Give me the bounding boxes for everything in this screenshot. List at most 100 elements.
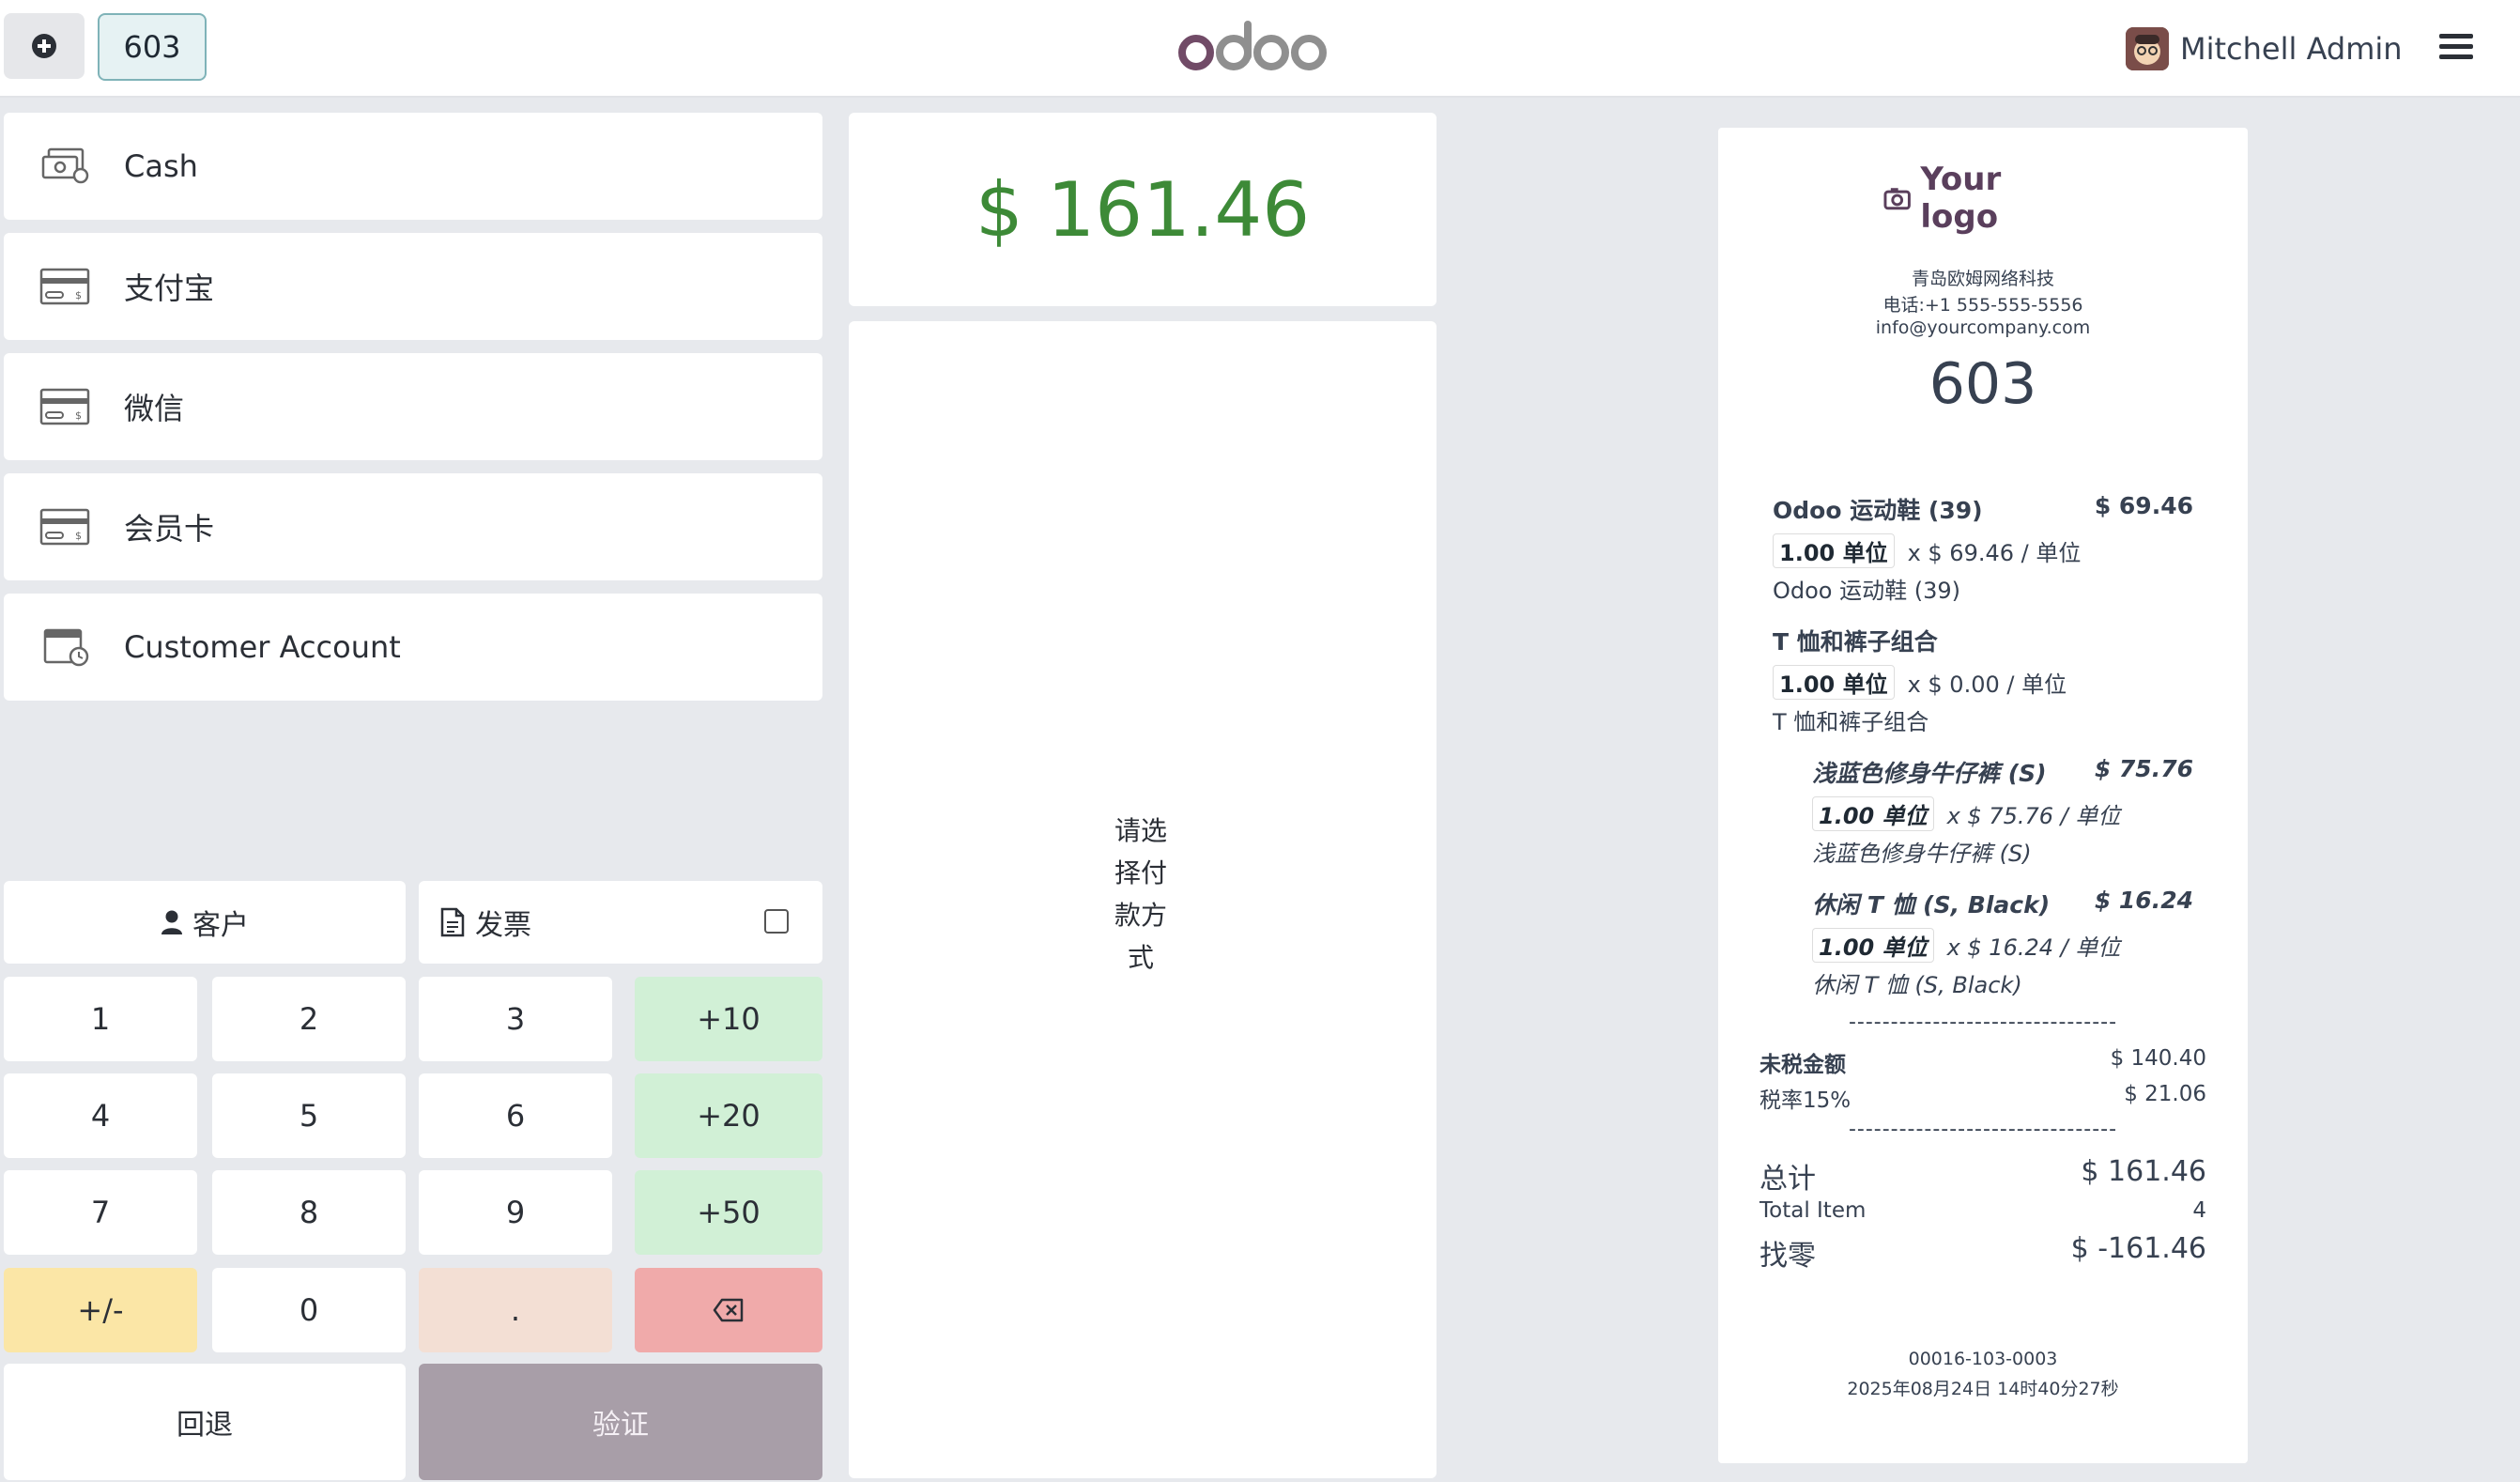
logo-text: Your logo — [1920, 161, 2002, 236]
numpad-key-plus50[interactable]: +50 — [635, 1170, 822, 1255]
line-name: 休闲 T 恤 (S, Black) — [1812, 891, 2051, 919]
line-unit-price: x $ 69.46 / 单位 — [1907, 540, 2082, 566]
total-row: 总计 $ 161.46 — [1759, 1155, 2206, 1196]
total-items-label: Total Item — [1759, 1198, 1867, 1223]
svg-text:$: $ — [75, 530, 82, 542]
customer-button[interactable]: 客户 — [4, 881, 406, 964]
numpad-key-7[interactable]: 7 — [4, 1170, 197, 1255]
company-email: info@yourcompany.com — [1875, 317, 2091, 338]
svg-text:$: $ — [75, 409, 82, 422]
line-note: Odoo 运动鞋 (39) — [1773, 578, 1961, 604]
top-bar: 603 Mitchell Admin — [0, 0, 2520, 98]
line-qty: 1.00 单位 — [1773, 665, 1895, 700]
receipt-line: Odoo 运动鞋 (39) $ 69.46 1.00 单位 x $ 69.46 / … — [1773, 492, 2193, 605]
camera-icon — [1883, 188, 1911, 210]
line-name: T 恤和裤子组合 — [1773, 628, 1938, 656]
numpad-key-decimal[interactable]: . — [419, 1268, 612, 1352]
card-icon: $ — [39, 268, 90, 305]
receipt-preview: Your logo 青岛欧姆网络科技 电话:+1 555-555-5556 in… — [1718, 128, 2248, 1463]
payment-method-label: 支付宝 — [124, 270, 215, 306]
back-button[interactable]: 回退 — [4, 1364, 406, 1480]
payment-method-label: 会员卡 — [124, 511, 215, 547]
user-name: Mitchell Admin — [2180, 31, 2403, 67]
customer-account-icon — [43, 628, 89, 667]
tax-row: 税率15% $ 21.06 — [1759, 1082, 2206, 1114]
document-icon — [440, 907, 465, 937]
receipt-reference: 00016-103-0003 — [1908, 1349, 2058, 1369]
amount-due: $ 161.46 — [849, 113, 1437, 306]
receipt-line: 浅蓝色修身牛仔裤 (S) $ 75.76 1.00 单位 x $ 75.76 / 单… — [1812, 755, 2193, 868]
numpad-key-sign[interactable]: +/- — [4, 1268, 197, 1352]
line-name: 浅蓝色修身牛仔裤 (S) — [1812, 760, 2047, 787]
tax-label: 税率15% — [1759, 1088, 1852, 1113]
backspace-icon — [713, 1298, 744, 1322]
untaxed-row: 未税金额 $ 140.40 — [1759, 1046, 2206, 1078]
line-qty: 1.00 单位 — [1812, 796, 1934, 831]
payment-method-label: Customer Account — [124, 629, 401, 665]
user-menu[interactable]: Mitchell Admin — [2126, 23, 2403, 75]
numpad-key-1[interactable]: 1 — [4, 977, 197, 1061]
numpad-key-5[interactable]: 5 — [212, 1073, 406, 1158]
numpad-key-4[interactable]: 4 — [4, 1073, 197, 1158]
change-row: 找零 $ -161.46 — [1759, 1232, 2206, 1274]
numpad-backspace[interactable] — [635, 1268, 822, 1352]
numpad-key-plus20[interactable]: +20 — [635, 1073, 822, 1158]
payment-method-member-card[interactable]: $ 会员卡 — [4, 473, 822, 580]
invoice-button[interactable]: 发票 — [419, 881, 822, 964]
select-payment-message: 请选择付款方式 — [1114, 815, 1167, 973]
numpad-key-8[interactable]: 8 — [212, 1170, 406, 1255]
plus-circle-icon — [32, 34, 56, 58]
invoice-checkbox[interactable] — [764, 909, 789, 934]
change-value: $ -161.46 — [2070, 1232, 2206, 1265]
receipt-order-number: 603 — [1928, 351, 2037, 417]
tax-value: $ 21.06 — [2124, 1082, 2206, 1106]
line-note: T 恤和裤子组合 — [1773, 709, 1929, 735]
numpad-key-2[interactable]: 2 — [212, 977, 406, 1061]
total-label: 总计 — [1759, 1163, 1816, 1196]
payment-lines-panel: 请选择付款方式 — [849, 321, 1437, 1478]
line-unit-price: x $ 0.00 / 单位 — [1907, 672, 2067, 698]
line-qty: 1.00 单位 — [1812, 928, 1934, 963]
customer-label: 客户 — [192, 909, 249, 942]
hamburger-menu-icon[interactable] — [2435, 26, 2477, 68]
payment-method-wechat[interactable]: $ 微信 — [4, 353, 822, 460]
untaxed-value: $ 140.40 — [2110, 1046, 2206, 1071]
payment-method-customer-account[interactable]: Customer Account — [4, 594, 822, 701]
total-items-value: 4 — [2192, 1198, 2206, 1223]
total-value: $ 161.46 — [2081, 1155, 2206, 1188]
line-unit-price: x $ 75.76 / 单位 — [1946, 803, 2121, 829]
payment-method-label: Cash — [124, 148, 198, 184]
numpad-key-6[interactable]: 6 — [419, 1073, 612, 1158]
numpad-key-plus10[interactable]: +10 — [635, 977, 822, 1061]
company-name: 青岛欧姆网络科技 — [1911, 269, 2054, 289]
order-tab[interactable]: 603 — [98, 13, 207, 81]
line-qty: 1.00 单位 — [1773, 533, 1895, 568]
new-order-button[interactable] — [4, 13, 85, 79]
separator: -------------------------------- — [1848, 1118, 2118, 1141]
payment-method-label: 微信 — [124, 391, 185, 426]
change-label: 找零 — [1759, 1240, 1816, 1273]
card-icon: $ — [39, 388, 90, 425]
line-price: $ 16.24 — [2094, 887, 2193, 914]
untaxed-label: 未税金额 — [1759, 1053, 1846, 1077]
svg-text:$: $ — [75, 289, 82, 301]
line-price: $ 69.46 — [2094, 492, 2193, 519]
numpad-key-9[interactable]: 9 — [419, 1170, 612, 1255]
payment-method-cash[interactable]: Cash — [4, 113, 822, 220]
payment-method-alipay[interactable]: $ 支付宝 — [4, 233, 822, 340]
line-price: $ 75.76 — [2094, 755, 2193, 782]
receipt-line: T 恤和裤子组合 1.00 单位 x $ 0.00 / 单位 T 恤和裤子组合 — [1773, 624, 2193, 736]
line-name: Odoo 运动鞋 (39) — [1773, 497, 1983, 524]
numpad-key-0[interactable]: 0 — [212, 1268, 406, 1352]
line-note: 浅蓝色修身牛仔裤 (S) — [1812, 841, 2032, 867]
numpad-key-3[interactable]: 3 — [419, 977, 612, 1061]
line-unit-price: x $ 16.24 / 单位 — [1946, 934, 2121, 961]
separator: -------------------------------- — [1848, 1011, 2118, 1034]
total-items-row: Total Item 4 — [1759, 1198, 2206, 1223]
company-logo: Your logo — [1883, 161, 2086, 236]
validate-button[interactable]: 验证 — [419, 1364, 822, 1480]
cash-icon — [41, 147, 89, 184]
line-note: 休闲 T 恤 (S, Black) — [1812, 972, 2022, 998]
card-icon: $ — [39, 508, 90, 546]
user-icon — [161, 910, 182, 934]
